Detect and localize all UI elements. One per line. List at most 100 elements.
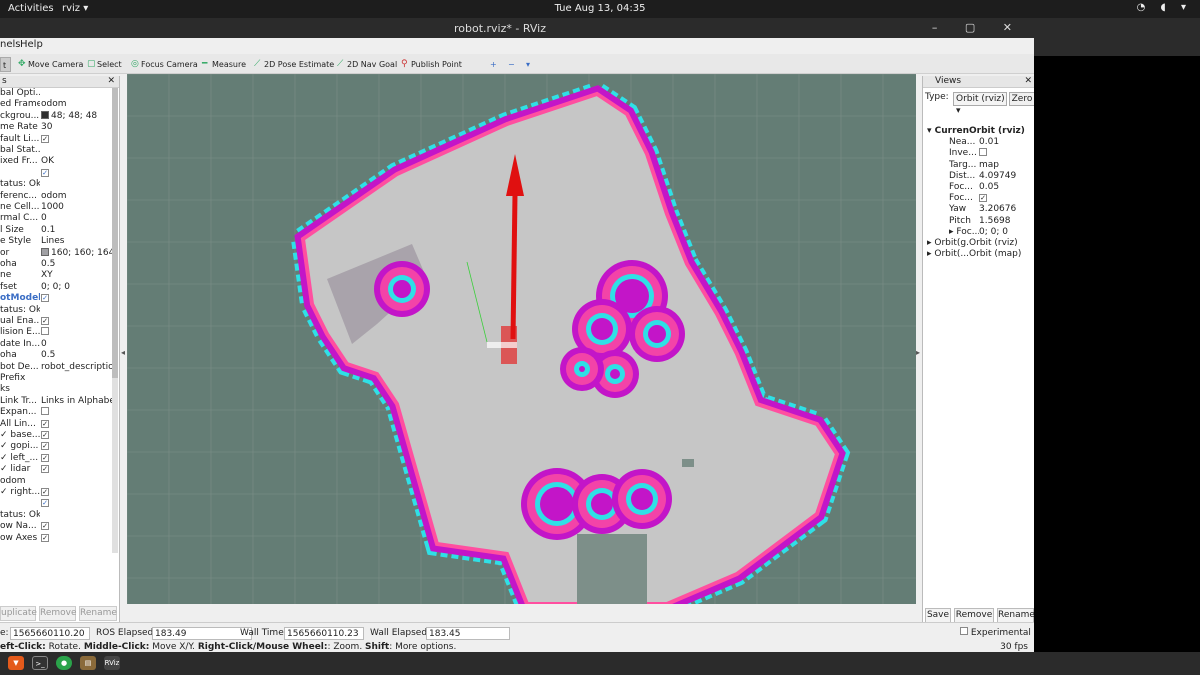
remove-view-button[interactable]: Remove xyxy=(954,608,994,623)
view-property-row[interactable]: Foc... ✓ xyxy=(949,193,1033,204)
view-property-row[interactable]: ▸ Orbit(... Orbit (map) xyxy=(927,249,1033,260)
display-property-row[interactable]: bal Stat... xyxy=(0,145,112,156)
view-type-select[interactable]: Orbit (rviz) ▾ xyxy=(953,92,1007,116)
displays-scrollbar[interactable] xyxy=(112,88,118,553)
view-property-row[interactable]: Inve... xyxy=(949,148,1033,159)
view-property-checkbox[interactable]: ✓ xyxy=(979,194,987,203)
property-value[interactable]: ✓ xyxy=(41,533,112,543)
property-checkbox[interactable]: ✓ xyxy=(41,419,49,428)
add-tool-button[interactable]: + xyxy=(480,57,497,72)
property-value[interactable]: ✓ xyxy=(41,521,112,531)
view-property-value[interactable]: map xyxy=(979,160,1039,170)
pose-estimate-tool[interactable]: ⟋ 2D Pose Estimate xyxy=(254,57,334,72)
property-value[interactable]: ✓ xyxy=(41,453,112,463)
display-property-row[interactable]: ckgrou... 48; 48; 48 xyxy=(0,110,112,122)
property-value[interactable]: 0.1 xyxy=(41,225,112,235)
display-property-row[interactable]: tatus: Ok xyxy=(0,179,112,190)
property-value[interactable]: odom xyxy=(41,191,112,201)
view-property-value[interactable]: Orbit (map) xyxy=(969,249,1029,259)
property-checkbox[interactable]: ✓ xyxy=(41,499,49,508)
measure-tool[interactable]: ━ Measure xyxy=(202,57,246,72)
display-property-row[interactable]: l Size 0.1 xyxy=(0,225,112,236)
display-property-row[interactable]: me Rate 30 xyxy=(0,122,112,133)
view-property-value[interactable]: 0.01 xyxy=(979,137,1039,147)
rename-view-button[interactable]: Rename xyxy=(997,608,1035,623)
close-icon[interactable]: ✕ xyxy=(1024,76,1032,86)
view-property-value[interactable] xyxy=(979,148,1039,159)
display-property-row[interactable]: ferenc... odom xyxy=(0,191,112,202)
view-property-row[interactable]: Yaw 3.20676 xyxy=(949,204,1033,215)
tool-options-button[interactable]: ▾ xyxy=(516,57,530,72)
display-property-row[interactable]: ✓ gopi... ✓ xyxy=(0,441,112,452)
property-value[interactable]: 0 xyxy=(41,213,112,223)
wall-time-value[interactable]: 1565660110.23 xyxy=(284,627,364,640)
property-value[interactable]: robot_descriptio xyxy=(41,362,112,372)
view-property-value[interactable]: ✓ xyxy=(979,193,1039,203)
zero-button[interactable]: Zero xyxy=(1009,92,1035,106)
property-checkbox[interactable]: ✓ xyxy=(41,294,49,303)
chrome-icon[interactable]: ● xyxy=(56,656,72,670)
property-value[interactable]: ✓ xyxy=(41,464,112,474)
view-property-value[interactable]: 0; 0; 0 xyxy=(979,227,1039,237)
display-property-row[interactable]: ✓ left_... ✓ xyxy=(0,453,112,464)
display-property-row[interactable]: Link Tr... Links in Alphabe... xyxy=(0,396,112,407)
property-value[interactable]: 0.5 xyxy=(41,350,112,360)
display-property-row[interactable]: ne XY xyxy=(0,270,112,281)
display-property-row[interactable]: ✓ lidar ✓ xyxy=(0,464,112,475)
property-value[interactable]: XY xyxy=(41,270,112,280)
display-property-row[interactable]: oha 0.5 xyxy=(0,259,112,270)
nav-goal-tool[interactable]: ⟋ 2D Nav Goal xyxy=(337,57,397,72)
display-property-row[interactable]: ks xyxy=(0,384,112,395)
property-checkbox[interactable]: ✓ xyxy=(41,488,49,496)
publish-point-tool[interactable]: ⚲ Publish Point xyxy=(401,57,462,72)
move-camera-tool[interactable]: ✥ Move Camera xyxy=(18,57,83,72)
remove-tool-button[interactable]: − xyxy=(498,57,515,72)
system-tray-icons[interactable]: ◔ ◖ ▾ xyxy=(1137,2,1192,13)
property-checkbox[interactable]: ✓ xyxy=(41,465,49,474)
view-property-row[interactable]: ▸ Orbit(g...Orbit (rviz) xyxy=(927,238,1033,249)
display-property-row[interactable]: tatus: Ok xyxy=(0,510,112,521)
display-property-row[interactable]: Prefix xyxy=(0,373,112,384)
property-checkbox[interactable]: ✓ xyxy=(41,168,49,177)
property-value[interactable]: 1000 xyxy=(41,202,112,212)
property-value[interactable]: 30 xyxy=(41,122,112,132)
close-icon[interactable]: ✕ xyxy=(107,76,115,86)
property-value[interactable]: 48; 48; 48 xyxy=(41,110,112,121)
property-value[interactable]: ✓ xyxy=(41,419,112,429)
property-value[interactable]: OK xyxy=(41,156,112,166)
property-checkbox[interactable]: ✓ xyxy=(41,134,49,143)
files-icon[interactable]: ▤ xyxy=(80,656,96,670)
left-splitter-handle[interactable]: ◂ xyxy=(121,348,125,357)
rename-display-button[interactable]: Rename xyxy=(79,606,117,621)
property-checkbox[interactable]: ✓ xyxy=(41,453,49,462)
property-value[interactable]: 0.5 xyxy=(41,259,112,269)
view-property-row[interactable]: Foc... 0.05 xyxy=(949,182,1033,193)
menu-panels[interactable]: nels xyxy=(0,39,20,50)
display-property-row[interactable]: All Lin... ✓ xyxy=(0,419,112,430)
ros-time-value[interactable]: 1565660110.20 xyxy=(10,627,90,640)
ros-elapsed-value[interactable]: 183.49 xyxy=(152,627,252,640)
property-value[interactable] xyxy=(41,327,112,338)
display-property-row[interactable]: ne Cell... 1000 xyxy=(0,202,112,213)
property-value[interactable]: ✓ xyxy=(41,430,112,440)
view-property-value[interactable]: 1.5698 xyxy=(979,216,1039,226)
property-value[interactable]: 0 xyxy=(41,339,112,349)
view-property-checkbox[interactable] xyxy=(979,148,987,157)
property-value[interactable]: ✓ xyxy=(41,168,112,178)
display-property-row[interactable]: ixed Fr... OK xyxy=(0,156,112,167)
rviz-taskbar-icon[interactable]: RViz xyxy=(104,656,120,670)
display-property-row[interactable]: or 160; 160; 164 xyxy=(0,247,112,259)
view-property-row[interactable]: Targ... map xyxy=(949,160,1033,171)
display-property-row[interactable]: fset 0; 0; 0 xyxy=(0,282,112,293)
display-property-row[interactable]: bot De... robot_descriptio xyxy=(0,362,112,373)
property-value[interactable]: Links in Alphabe... xyxy=(41,396,112,406)
property-value[interactable]: 160; 160; 164 xyxy=(41,247,112,258)
terminal-icon[interactable]: >_ xyxy=(32,656,48,670)
property-checkbox[interactable]: ✓ xyxy=(41,431,49,439)
view-property-row[interactable]: Dist... 4.09749 xyxy=(949,171,1033,182)
display-property-row[interactable]: Expan... xyxy=(0,407,112,418)
clock[interactable]: Tue Aug 13, 04:35 xyxy=(0,3,1200,14)
display-property-row[interactable]: date In... 0 xyxy=(0,339,112,350)
display-property-row[interactable]: bal Opti... xyxy=(0,88,112,99)
display-property-row[interactable]: ed Frame odom xyxy=(0,99,112,110)
